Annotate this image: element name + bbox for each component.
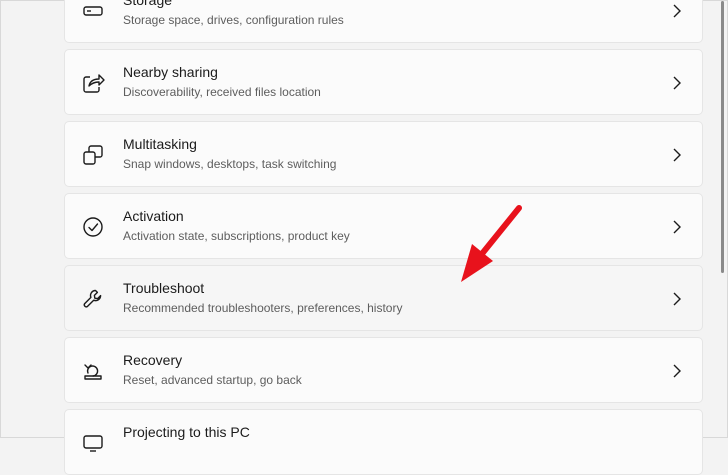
item-title: Multitasking	[123, 136, 197, 152]
settings-item-multitasking[interactable]: Multitasking Snap windows, desktops, tas…	[64, 121, 703, 187]
chevron-right-icon	[672, 364, 682, 378]
chevron-right-icon	[672, 76, 682, 90]
item-title: Storage	[123, 0, 173, 8]
check-circle-icon	[81, 215, 105, 239]
chevron-right-icon	[672, 292, 682, 306]
item-subtitle: Reset, advanced startup, go back	[123, 373, 302, 387]
item-subtitle: Snap windows, desktops, task switching	[123, 157, 337, 171]
settings-item-storage[interactable]: Storage Storage space, drives, configura…	[64, 0, 703, 43]
item-subtitle: Storage space, drives, configuration rul…	[123, 13, 344, 27]
item-subtitle: Activation state, subscriptions, product…	[123, 229, 350, 243]
item-title: Nearby sharing	[123, 64, 218, 80]
settings-item-activation[interactable]: Activation Activation state, subscriptio…	[64, 193, 703, 259]
chevron-right-icon	[672, 220, 682, 234]
recovery-icon	[81, 359, 105, 383]
settings-item-troubleshoot[interactable]: Troubleshoot Recommended troubleshooters…	[64, 265, 703, 331]
item-title: Recovery	[123, 352, 183, 368]
settings-item-nearby-sharing[interactable]: Nearby sharing Discoverability, received…	[64, 49, 703, 115]
item-subtitle: Recommended troubleshooters, preferences…	[123, 301, 403, 315]
chevron-right-icon	[672, 148, 682, 162]
multitasking-icon	[81, 143, 105, 167]
wrench-icon	[81, 287, 105, 311]
settings-item-projecting[interactable]: Projecting to this PC	[64, 409, 703, 475]
item-title: Troubleshoot	[123, 280, 205, 296]
projecting-icon	[81, 431, 105, 455]
item-subtitle: Discoverability, received files location	[123, 85, 321, 99]
item-title: Activation	[123, 208, 184, 224]
storage-icon	[81, 0, 105, 23]
chevron-right-icon	[672, 4, 682, 18]
scrollbar-thumb[interactable]	[721, 1, 724, 273]
share-icon	[81, 71, 105, 95]
settings-item-recovery[interactable]: Recovery Reset, advanced startup, go bac…	[64, 337, 703, 403]
